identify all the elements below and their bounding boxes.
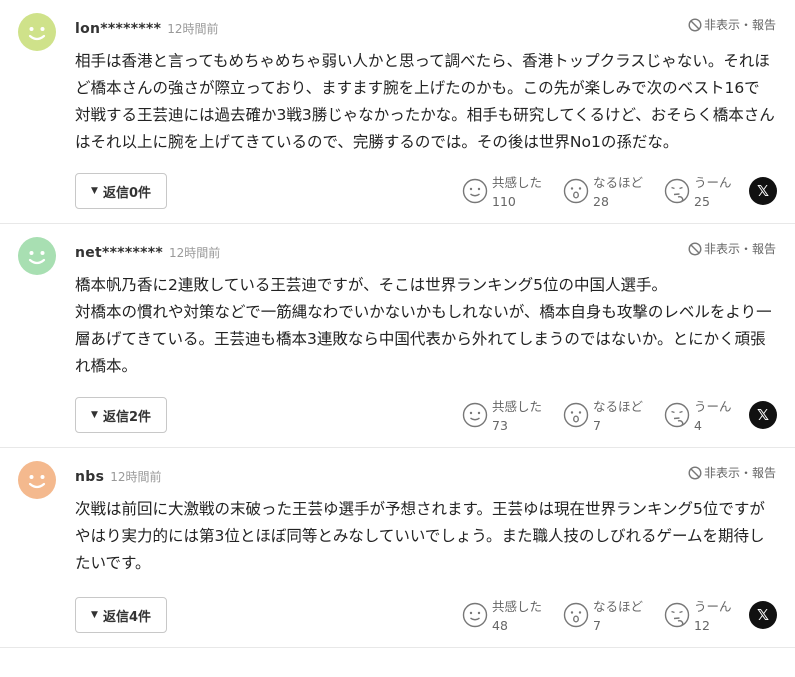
x-share-button[interactable]: 𝕏 [749,601,777,629]
thumbs-up-face-icon [462,402,488,428]
triangle-down-icon: ▼ [91,610,98,620]
avatar [18,13,56,51]
comment-list: lon******** 12時間前 非表示・報告 相手は香港と言ってもめちゃめちゃ… [0,0,795,648]
thinking-face-icon [664,402,690,428]
hide-report-button[interactable]: 非表示・報告 [688,464,776,481]
x-share-button[interactable]: 𝕏 [749,401,777,429]
username[interactable]: lon******** 12時間前 [75,20,219,37]
thinking-face-icon [664,178,690,204]
username[interactable]: net******** 12時間前 [75,244,220,261]
x-logo-icon: 𝕏 [756,182,770,200]
comment-text: 相手は香港と言ってもめちゃめちゃ弱い人かと思って調べたら、香港トップクラスじゃな… [75,52,775,151]
reaction-empathy-button[interactable]: 共感した 73 [462,397,542,433]
comment-item: net******** 12時間前 非表示・報告 橋本帆乃香に2連敗している王芸迪… [0,224,795,448]
reaction-count: 12 [694,618,710,633]
hide-report-button[interactable]: 非表示・報告 [688,16,776,33]
username[interactable]: nbs 12時間前 [75,468,162,485]
reaction-naruhodo-button[interactable]: なるほど 28 [563,173,643,209]
thumbs-up-face-icon [462,178,488,204]
reply-button[interactable]: ▼ 返信0件 [75,173,167,209]
reaction-count: 110 [492,194,516,209]
comment-item: nbs 12時間前 非表示・報告 次戦は前回に大激戦の末破った王芸ゆ選手が予想され… [0,448,795,648]
no-entry-icon [688,17,702,32]
comment-text: 橋本帆乃香に2連敗している王芸迪ですが、そこは世界ランキング5位の中国人選手。 … [75,276,772,375]
reply-button[interactable]: ▼ 返信4件 [75,597,167,633]
surprised-face-icon [563,402,589,428]
reaction-count: 4 [694,418,702,433]
x-share-button[interactable]: 𝕏 [749,177,777,205]
surprised-face-icon [563,602,589,628]
avatar [18,237,56,275]
reaction-uun-button[interactable]: うーん 25 [664,173,732,209]
reaction-count: 48 [492,618,508,633]
reaction-naruhodo-button[interactable]: なるほど 7 [563,397,643,433]
thumbs-up-face-icon [462,602,488,628]
reaction-count: 25 [694,194,710,209]
x-logo-icon: 𝕏 [756,606,770,624]
triangle-down-icon: ▼ [91,410,98,420]
reply-button[interactable]: ▼ 返信2件 [75,397,167,433]
reaction-empathy-button[interactable]: 共感した 48 [462,597,542,633]
reaction-count: 73 [492,418,508,433]
timestamp: 12時間前 [169,246,221,260]
timestamp: 12時間前 [167,22,219,36]
reaction-uun-button[interactable]: うーん 12 [664,597,732,633]
no-entry-icon [688,465,702,480]
reaction-empathy-button[interactable]: 共感した 110 [462,173,542,209]
no-entry-icon [688,241,702,256]
reaction-count: 7 [593,618,601,633]
timestamp: 12時間前 [110,470,162,484]
comment-item: lon******** 12時間前 非表示・報告 相手は香港と言ってもめちゃめちゃ… [0,0,795,224]
reaction-count: 28 [593,194,609,209]
avatar [18,461,56,499]
triangle-down-icon: ▼ [91,186,98,196]
reaction-count: 7 [593,418,601,433]
hide-report-button[interactable]: 非表示・報告 [688,240,776,257]
reaction-uun-button[interactable]: うーん 4 [664,397,732,433]
x-logo-icon: 𝕏 [756,406,770,424]
surprised-face-icon [563,178,589,204]
comment-text: 次戦は前回に大激戦の末破った王芸ゆ選手が予想されます。王芸ゆは現在世界ランキング… [75,500,765,572]
reaction-naruhodo-button[interactable]: なるほど 7 [563,597,643,633]
thinking-face-icon [664,602,690,628]
